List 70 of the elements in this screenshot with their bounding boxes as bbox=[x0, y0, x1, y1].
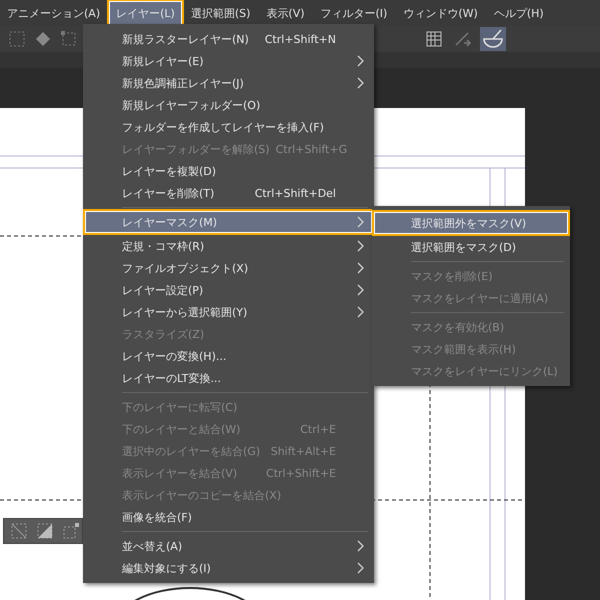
menu-bar-item[interactable]: アニメーション(A) bbox=[0, 1, 108, 25]
menu-item[interactable]: レイヤーを削除(T) Ctrl+Shift+Del bbox=[85, 182, 372, 204]
menu-item-label: マスクを有効化(B) bbox=[411, 320, 506, 334]
menu-item[interactable]: レイヤーのLT変換... bbox=[85, 367, 372, 389]
menu-item-label: 表示レイヤーを結合(V) bbox=[122, 466, 238, 480]
menu-item-label: 新規色調補正レイヤー(J) bbox=[122, 76, 245, 90]
menu-item[interactable]: 新規レイヤーフォルダー(O) bbox=[85, 94, 372, 116]
shortcut-label: Ctrl+Shift+E bbox=[266, 466, 336, 480]
menu-item-label: レイヤーフォルダーを解除(S) bbox=[122, 142, 270, 156]
menu-item-label: 編集対象にする(I) bbox=[122, 560, 212, 576]
menu-item-label: 下のレイヤーと結合(W) bbox=[122, 422, 242, 436]
menu-item-label: マスクを削除(E) bbox=[411, 268, 494, 284]
menu-bar-item[interactable]: ヘルプ(H) bbox=[486, 1, 551, 25]
menu-item[interactable]: レイヤーマスク(M) bbox=[85, 211, 372, 233]
menu-bar-item[interactable]: ウィンドウ(W) bbox=[396, 1, 485, 25]
menu-item-label: 下のレイヤーに転写(C) bbox=[122, 400, 238, 414]
shortcut-label: Ctrl+Shift+N bbox=[264, 32, 336, 46]
dotted-square-icon[interactable] bbox=[8, 30, 26, 48]
menu-item[interactable]: 新規レイヤー(E) bbox=[85, 50, 372, 72]
menu-item[interactable]: レイヤーを複製(D) bbox=[85, 160, 372, 182]
menu-item-label: レイヤー設定(P) bbox=[122, 282, 204, 298]
transform-square-icon[interactable] bbox=[60, 30, 78, 48]
menu-item-label: レイヤーマスク(M) bbox=[122, 214, 218, 230]
menu-item-label: 選択範囲外をマスク(V) bbox=[411, 216, 528, 230]
menu-item[interactable]: 編集対象にする(I) bbox=[85, 557, 372, 579]
menu-item[interactable]: 選択範囲外をマスク(V) bbox=[374, 212, 568, 234]
menu-item[interactable]: レイヤーから選択範囲(Y) bbox=[85, 301, 372, 323]
menu-item-label: 表示レイヤーのコピーを結合(X) bbox=[122, 488, 282, 502]
menu-item-label: レイヤーを削除(T) bbox=[122, 186, 216, 200]
menu-item-label: レイヤーのLT変換... bbox=[122, 370, 222, 386]
menu-item-label: 選択範囲をマスク(D) bbox=[411, 240, 518, 254]
menu-item-label: 定規・コマ枠(R) bbox=[122, 238, 206, 254]
menu-item[interactable]: 並べ替え(A) bbox=[85, 535, 372, 557]
menu-item-label: ラスタライズ(Z) bbox=[122, 326, 206, 342]
menu-item-label: フォルダーを作成してレイヤーを挿入(F) bbox=[122, 120, 325, 134]
menu-item[interactable]: 新規色調補正レイヤー(J) bbox=[85, 72, 372, 94]
menu-item-label: マスク範囲を表示(H) bbox=[411, 342, 517, 356]
shortcut-label: Shift+Alt+E bbox=[270, 444, 336, 458]
menu-item[interactable]: 定規・コマ枠(R) bbox=[85, 235, 372, 257]
scale-selection-icon[interactable] bbox=[62, 522, 80, 540]
menu-item-label: 新規レイヤーフォルダー(O) bbox=[122, 98, 262, 112]
menu-item-label: ファイルオブジェクト(X) bbox=[122, 260, 250, 276]
clear-selection-icon[interactable] bbox=[10, 522, 28, 540]
shortcut-label: Ctrl+Shift+Del bbox=[254, 186, 336, 200]
menu-item-label: レイヤーから選択範囲(Y) bbox=[122, 304, 248, 320]
menu-item[interactable]: ファイルオブジェクト(X) bbox=[85, 257, 372, 279]
shortcut-label: Ctrl+E bbox=[300, 422, 336, 436]
menu-item-label: レイヤーの変換(H)... bbox=[122, 348, 228, 364]
menu-item-label: 選択中のレイヤーを結合(G) bbox=[122, 444, 262, 458]
menu-item[interactable]: レイヤーの変換(H)... bbox=[85, 345, 372, 367]
menu-bar-item[interactable]: レイヤー(L) bbox=[109, 1, 182, 25]
menu-item-label: マスクをレイヤーにリンク(L) bbox=[411, 364, 558, 378]
grid-icon[interactable] bbox=[424, 29, 444, 49]
menu-item-label: レイヤーを複製(D) bbox=[122, 164, 218, 178]
menu-item[interactable]: 選択範囲をマスク(D) bbox=[374, 236, 568, 258]
shortcut-label: Ctrl+Shift+G bbox=[276, 142, 348, 156]
menu-item-label: 画像を統合(F) bbox=[122, 510, 193, 524]
menu-item-label: マスクをレイヤーに適用(A) bbox=[411, 290, 548, 306]
menu-item-label: 並べ替え(A) bbox=[122, 538, 184, 554]
menu-item[interactable]: レイヤー設定(P) bbox=[85, 279, 372, 301]
invert-selection-icon[interactable] bbox=[36, 522, 54, 540]
menu-item[interactable]: 新規ラスターレイヤー(N) Ctrl+Shift+N bbox=[85, 28, 372, 50]
menu-item-label: 新規レイヤー(E) bbox=[122, 54, 205, 68]
menu-bar-item[interactable]: 表示(V) bbox=[259, 1, 312, 25]
menu-item[interactable]: 画像を統合(F) bbox=[85, 506, 372, 528]
menu-item[interactable]: フォルダーを作成してレイヤーを挿入(F) bbox=[85, 116, 372, 138]
menu-bar-item[interactable]: 選択範囲(S) bbox=[184, 1, 258, 25]
bowl-brush-icon[interactable] bbox=[480, 27, 506, 51]
menu-item-label: 新規ラスターレイヤー(N) bbox=[122, 32, 250, 46]
menu-bar-item[interactable]: フィルター(I) bbox=[314, 1, 394, 25]
